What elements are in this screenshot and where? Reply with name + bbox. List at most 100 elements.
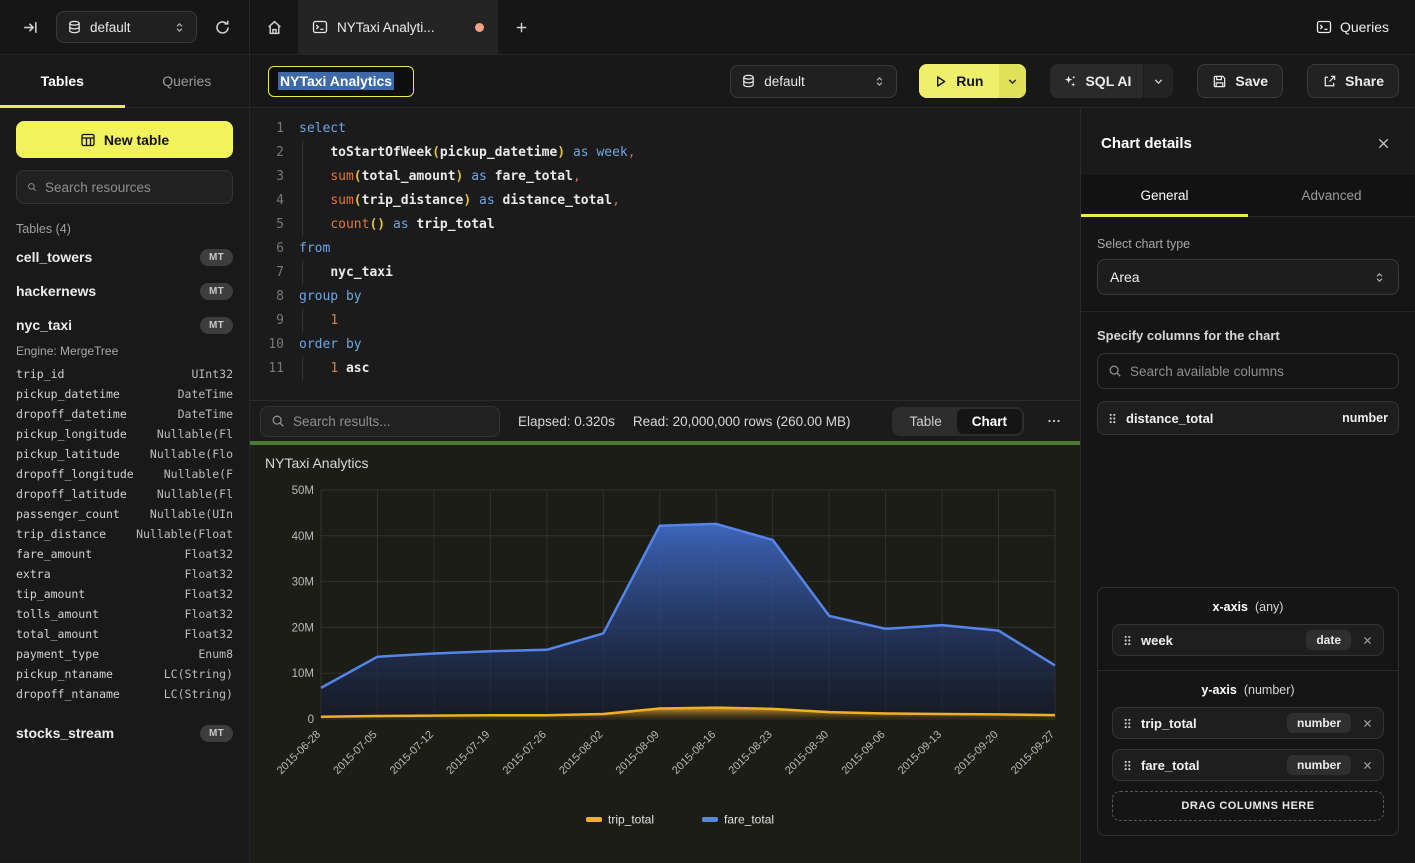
updown-chevron-icon xyxy=(173,21,186,34)
queries-button[interactable]: Queries xyxy=(1316,19,1389,35)
column-type: Float32 xyxy=(185,604,233,624)
columns-search[interactable] xyxy=(1097,353,1399,389)
token xyxy=(299,145,330,160)
query-toolbar: NYTaxi Analytics default Run xyxy=(250,55,1415,108)
database-selector-toolbar[interactable]: default xyxy=(730,65,897,98)
sql-ai-label: SQL AI xyxy=(1085,73,1131,89)
line-number: 7 xyxy=(250,261,284,285)
x-axis-title: x-axis(any) xyxy=(1112,600,1384,614)
engine-badge: MT xyxy=(200,725,233,742)
token: 1 xyxy=(330,313,338,328)
table-row[interactable]: hackernewsMT xyxy=(16,274,233,308)
line-number: 2 xyxy=(250,141,284,165)
results-search[interactable] xyxy=(260,406,500,437)
column-type: Nullable(Fl xyxy=(157,484,233,504)
table-row[interactable]: nyc_taxiMT xyxy=(16,308,233,342)
query-title-selected-text: NYTaxi Analytics xyxy=(278,72,394,90)
run-button[interactable]: Run xyxy=(919,64,1026,98)
column-name: payment_type xyxy=(16,644,99,664)
chip-remove-button[interactable] xyxy=(1362,635,1373,646)
panel-close-button[interactable] xyxy=(1372,132,1395,155)
token: toStartOfWeek xyxy=(330,145,432,160)
new-table-button[interactable]: New table xyxy=(16,121,233,158)
table-name: stocks_stream xyxy=(16,725,114,741)
sql-editor[interactable]: 1select2 toStartOfWeek(pickup_datetime) … xyxy=(250,108,1080,400)
column-type: LC(String) xyxy=(164,684,233,704)
column-row: fare_amountFloat32 xyxy=(16,544,233,564)
code-text: 1 asc xyxy=(284,357,369,381)
resources-search-input[interactable] xyxy=(45,180,222,195)
column-type: Float32 xyxy=(185,564,233,584)
sql-ai-main[interactable]: SQL AI xyxy=(1050,73,1143,89)
drag-handle[interactable] xyxy=(1123,759,1132,772)
drag-handle[interactable] xyxy=(1123,634,1132,647)
column-type: Nullable(Flo xyxy=(150,444,233,464)
column-type: Nullable(F xyxy=(164,464,233,484)
line-number: 9 xyxy=(250,309,284,333)
x-axis-tick: 2015-08-30 xyxy=(783,729,831,777)
save-button[interactable]: Save xyxy=(1197,64,1283,98)
token: ) xyxy=(557,145,565,160)
chip-type: date xyxy=(1306,630,1351,650)
x-axis-tick: 2015-07-26 xyxy=(501,729,549,777)
token: as xyxy=(393,217,409,232)
chip-remove-button[interactable] xyxy=(1362,760,1373,771)
drag-columns-dropzone[interactable]: DRAG COLUMNS HERE xyxy=(1112,791,1384,821)
more-options-button[interactable] xyxy=(1042,409,1066,433)
run-button-main[interactable]: Run xyxy=(919,64,999,98)
database-selector-top[interactable]: default xyxy=(56,11,197,43)
table-name: cell_towers xyxy=(16,249,92,265)
query-tab[interactable]: NYTaxi Analyti... xyxy=(298,0,498,54)
elapsed-stat: Elapsed: 0.320s xyxy=(518,414,615,429)
table-row[interactable]: cell_towersMT xyxy=(16,240,233,274)
chip-remove-button[interactable] xyxy=(1362,718,1373,729)
column-name: pickup_longitude xyxy=(16,424,127,444)
run-options-caret[interactable] xyxy=(999,64,1026,98)
panel-tab-general[interactable]: General xyxy=(1081,175,1248,216)
column-row: dropoff_latitudeNullable(Fl xyxy=(16,484,233,504)
columns-search-input[interactable] xyxy=(1130,364,1388,379)
sidebar-tab-queries[interactable]: Queries xyxy=(125,55,250,107)
engine-badge: MT xyxy=(200,317,233,334)
panel-tab-advanced[interactable]: Advanced xyxy=(1248,175,1415,216)
legend-item-trip_total[interactable]: trip_total xyxy=(586,813,654,827)
code-line: 11 1 asc xyxy=(250,357,1080,381)
database-icon xyxy=(741,74,756,89)
results-area-chart[interactable]: 010M20M30M40M50M2015-06-282015-07-052015… xyxy=(250,445,1080,863)
x-axis-tick: 2015-06-28 xyxy=(275,729,323,777)
chart-type-select[interactable]: Area xyxy=(1097,259,1399,295)
sidebar-collapse-button[interactable] xyxy=(18,15,43,40)
table-row[interactable]: stocks_stream MT xyxy=(16,716,233,750)
column-name: dropoff_ntaname xyxy=(16,684,120,704)
column-name: dropoff_datetime xyxy=(16,404,127,424)
refresh-button[interactable] xyxy=(210,15,235,40)
token: , xyxy=(573,169,581,184)
column-type: Float32 xyxy=(185,624,233,644)
line-number: 3 xyxy=(250,165,284,189)
drag-handle[interactable] xyxy=(1123,717,1132,730)
new-tab-button[interactable] xyxy=(498,0,544,54)
view-toggle-table[interactable]: Table xyxy=(894,409,956,434)
sql-ai-caret[interactable] xyxy=(1143,64,1173,98)
resources-search[interactable] xyxy=(16,170,233,204)
query-title-input[interactable]: NYTaxi Analytics xyxy=(268,66,414,97)
sql-ai-button[interactable]: SQL AI xyxy=(1050,64,1173,98)
x-axis-tick: 2015-09-06 xyxy=(839,729,887,777)
column-row: passenger_countNullable(UIn xyxy=(16,504,233,524)
chip-name: trip_total xyxy=(1141,716,1278,731)
remove-icon xyxy=(1362,760,1373,771)
token xyxy=(299,193,330,208)
line-number: 10 xyxy=(250,333,284,357)
share-button[interactable]: Share xyxy=(1307,64,1399,98)
column-chip: distance_totalnumber xyxy=(1097,401,1399,435)
updown-chevron-icon xyxy=(873,75,886,88)
topbar-right-section: Queries xyxy=(1316,0,1415,54)
results-search-input[interactable] xyxy=(293,414,489,429)
legend-item-fare_total[interactable]: fare_total xyxy=(702,813,774,827)
drag-handle[interactable] xyxy=(1108,412,1117,425)
token: trip_total xyxy=(416,217,494,232)
sidebar-tabs: Tables Queries xyxy=(0,55,249,108)
home-tab-button[interactable] xyxy=(250,0,298,54)
view-toggle-chart[interactable]: Chart xyxy=(957,409,1022,434)
sidebar-tab-tables[interactable]: Tables xyxy=(0,55,125,107)
